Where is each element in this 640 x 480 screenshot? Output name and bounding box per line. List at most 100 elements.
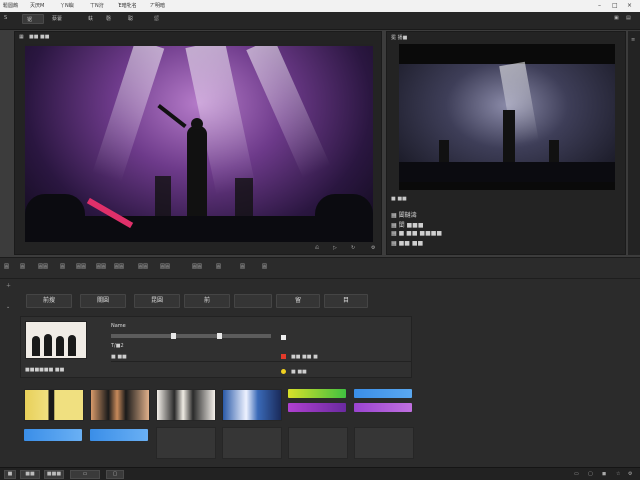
maximize-icon[interactable]: □ <box>612 2 618 9</box>
status-right-icon-5[interactable]: ⚙ <box>628 471 632 477</box>
gradient-bar-blue <box>354 389 412 398</box>
lighting-truss <box>25 44 373 46</box>
stage-light-beam <box>246 44 331 178</box>
yellow-swatch[interactable] <box>281 369 286 374</box>
source-tab-label[interactable]: ■■ ■■ <box>29 34 50 40</box>
thumbnail-tile[interactable] <box>90 389 150 421</box>
toolbar-right-icon-2[interactable]: ▤ <box>626 15 631 21</box>
menu-item-2[interactable]: 灭厌M <box>30 2 44 9</box>
bottom-tool-2[interactable]: 圓 <box>20 263 25 270</box>
toolbar-tab-4[interactable]: 蚨 <box>88 15 93 22</box>
effect-button-7[interactable]: 目 <box>324 294 368 308</box>
minimize-icon[interactable]: – <box>598 2 601 9</box>
gradient-tile[interactable] <box>288 389 348 421</box>
thumbnail-tile[interactable] <box>156 389 216 421</box>
source-video-frame[interactable] <box>25 44 373 242</box>
thumbnail-tile[interactable] <box>24 389 84 421</box>
effect-button-3[interactable]: 昆圓 <box>134 294 180 308</box>
empty-tile[interactable] <box>354 427 414 459</box>
gradient-bar-blue <box>24 429 82 441</box>
bottom-tool-11[interactable]: 圓 <box>216 263 221 270</box>
menu-item-5[interactable]: Έ暗牝名 <box>118 2 137 9</box>
program-options-list: ▦ 闔韃濤 ▦ 閨 ■■■ ▦ ■ ■■ ■■■■ ▦ ■■ ■■ <box>391 210 621 250</box>
toolbar-tab-6[interactable]: 聪 <box>128 15 133 22</box>
bottom-tool-3[interactable]: 圓圓 <box>38 263 48 270</box>
program-option-row[interactable]: ▦ ■■ ■■ <box>391 240 621 250</box>
menu-item-3[interactable]: 丫Ν嶼 <box>60 2 74 9</box>
bottom-tool-8[interactable]: 圓圓 <box>138 263 148 270</box>
status-item-1[interactable]: ■ <box>4 470 16 479</box>
gradient-tile[interactable] <box>24 427 84 459</box>
bottom-tool-5[interactable]: 圓圓 <box>76 263 86 270</box>
source-tab-icon[interactable]: ▦ <box>19 34 24 40</box>
toolbar: S 锯 蔡藿 蚨 磬 聪 愆 ▣ ▤ <box>0 12 640 30</box>
status-item-5[interactable]: ▢ <box>106 470 124 479</box>
effect-button-5[interactable] <box>234 294 272 308</box>
program-option-icon: ▦ <box>391 230 397 237</box>
clip-properties: ■■■■■■ ■■ Name T/■2 ■ ■■ ■■ ■■ ■ ■ ■■ <box>20 316 412 378</box>
person-figure <box>32 336 40 356</box>
status-item-4[interactable]: ▭ <box>70 470 100 479</box>
program-option-row[interactable]: ▦ ■ ■■ ■■■■ <box>391 230 621 240</box>
settings-icon[interactable]: ⚙ <box>371 245 375 251</box>
status-right-icon-2[interactable]: ▢ <box>588 471 593 477</box>
status-right-icon-3[interactable]: ◼ <box>602 471 606 477</box>
gradient-bar-blue <box>90 429 148 441</box>
toolbar-tab-1[interactable]: S <box>4 15 7 21</box>
bottom-tool-1[interactable]: 圓 <box>4 263 9 270</box>
program-option-row[interactable]: ▦ 闔韃濤 <box>391 210 621 220</box>
step-back-icon[interactable]: ⎌ <box>315 245 319 251</box>
toolbar-tab-3[interactable]: 蔡藿 <box>52 15 62 22</box>
bottom-tool-13[interactable]: 圓 <box>262 263 267 270</box>
effects-panel: 圓 圓 圓圓 圓 圓圓 圓圓 圓圓 圓圓 圓圓 圓圓 圓 圓 圓 ＋ ⌄ 前搜 … <box>0 257 640 467</box>
loop-icon[interactable]: ↻ <box>351 245 355 251</box>
toolbar-tab-5[interactable]: 磬 <box>106 15 111 22</box>
empty-tile[interactable] <box>156 427 216 459</box>
effect-button-2[interactable]: 關圓 <box>80 294 126 308</box>
bottom-tool-12[interactable]: 圓 <box>240 263 245 270</box>
program-monitor-panel: 冕 播■ ■ ■■ ▦ 闔韃濤 ▦ 閨 ■■■ ▦ ■ ■■ ■■■■ ▦ ■■… <box>386 31 626 255</box>
thumbnail-tile[interactable] <box>222 389 282 421</box>
bottom-tool-4[interactable]: 圓 <box>60 263 65 270</box>
program-tab-label[interactable]: 冕 播■ <box>391 34 407 41</box>
effect-button-6[interactable]: 留 <box>276 294 320 308</box>
bottom-tool-9[interactable]: 圓圓 <box>160 263 170 270</box>
status-right-icon-1[interactable]: ▭ <box>574 471 579 477</box>
gradient-tile[interactable] <box>354 389 414 421</box>
effect-button-4[interactable]: 前 <box>184 294 230 308</box>
toolbar-tab-2[interactable]: 锯 <box>22 14 44 24</box>
red-swatch[interactable] <box>281 354 286 359</box>
program-option-icon: ▦ <box>391 240 397 247</box>
clip-thumbnail[interactable] <box>25 321 87 359</box>
program-video-frame[interactable] <box>399 44 615 190</box>
close-icon[interactable]: × <box>627 2 632 9</box>
menu-item-1[interactable]: 鬆圆鷓 <box>3 2 18 9</box>
bottom-tool-6[interactable]: 圓圓 <box>96 263 106 270</box>
program-option-label: 閨 ■■■ <box>398 222 424 229</box>
slider-thumb-end[interactable] <box>217 333 222 339</box>
program-option-row[interactable]: ▦ 閨 ■■■ <box>391 220 621 230</box>
row-divider <box>111 361 411 362</box>
bottom-tool-7[interactable]: 圓圓 <box>114 263 124 270</box>
slider-thumb-start[interactable] <box>171 333 176 339</box>
empty-tile[interactable] <box>222 427 282 459</box>
menu-item-4[interactable]: 丅Ν洐 <box>90 2 104 9</box>
play-icon[interactable]: ▷ <box>333 245 337 251</box>
status-item-2[interactable]: ■■ <box>20 470 40 479</box>
status-item-3[interactable]: ■■■ <box>44 470 64 479</box>
white-swatch[interactable] <box>281 335 286 340</box>
effect-button-1[interactable]: 前搜 <box>26 294 72 308</box>
right-side-strip: ≡ <box>628 31 640 255</box>
toolbar-tab-7[interactable]: 愆 <box>154 15 159 22</box>
person-figure <box>68 335 76 356</box>
menu-item-6[interactable]: 丆明暗 <box>150 2 165 9</box>
expand-icon[interactable]: ⌄ <box>6 304 10 310</box>
clip-range-slider[interactable] <box>111 333 271 339</box>
toolbar-right-icon-1[interactable]: ▣ <box>614 15 619 21</box>
empty-tile[interactable] <box>288 427 348 459</box>
status-right-icon-4[interactable]: ☆ <box>616 471 620 477</box>
panel-menu-icon[interactable]: ≡ <box>631 37 635 43</box>
gradient-tile[interactable] <box>90 427 150 459</box>
add-icon[interactable]: ＋ <box>6 282 11 289</box>
bottom-tool-10[interactable]: 圓圓 <box>192 263 202 270</box>
